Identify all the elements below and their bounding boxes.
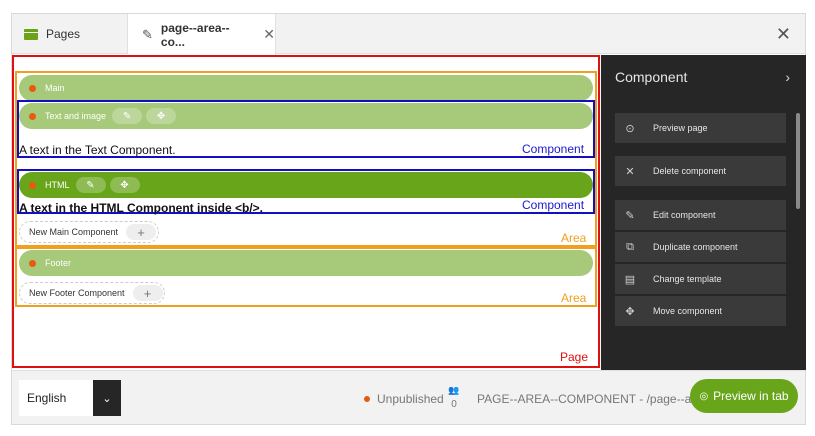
preview-page-button[interactable]: ⊙ Preview page xyxy=(615,113,786,143)
change-template-label: Change template xyxy=(653,274,722,284)
edit-component-label: Edit component xyxy=(653,210,716,220)
move-component-label: Move component xyxy=(653,306,723,316)
edit-icon[interactable]: ✎ xyxy=(112,108,143,124)
new-main-component-button[interactable]: New Main Component + xyxy=(19,221,159,243)
main-area-bar[interactable]: Main xyxy=(19,75,593,101)
pencil-icon: ✎ xyxy=(625,209,635,222)
chevron-down-icon[interactable]: ⌄ xyxy=(93,380,121,416)
language-select[interactable]: English xyxy=(19,380,93,416)
status-dot xyxy=(29,112,36,120)
new-footer-component-label: New Footer Component xyxy=(29,288,125,298)
text-image-label: Text and image xyxy=(45,111,107,121)
preview-page-label: Preview page xyxy=(653,123,708,133)
pages-icon xyxy=(24,28,38,40)
breadcrumb: PAGE--AREA--COMPONENT - /page--ar... xyxy=(477,392,705,406)
delete-component-button[interactable]: ✕ Delete component xyxy=(615,156,786,186)
tab-pages[interactable]: Pages xyxy=(12,14,128,54)
users-icon: 👥 xyxy=(448,385,460,395)
eye-icon: ◎ xyxy=(699,390,709,402)
editor-window: Pages ✎ page--area--co... ✕ ✕ Main Text … xyxy=(11,13,806,425)
close-icon[interactable]: ✕ xyxy=(776,24,791,45)
duplicate-component-button[interactable]: ⧉ Duplicate component xyxy=(615,232,786,262)
publish-status: Unpublished xyxy=(364,392,444,406)
page-editor-canvas: Main Text and image ✎ ✥ A text in the Te… xyxy=(12,55,600,370)
text-image-component-bar[interactable]: Text and image ✎ ✥ xyxy=(19,103,593,129)
edit-icon[interactable]: ✎ xyxy=(75,177,106,193)
template-icon: ▤ xyxy=(624,273,636,286)
html-component-label: HTML xyxy=(45,180,70,190)
chevron-right-icon[interactable]: › xyxy=(785,69,790,85)
new-footer-component-button[interactable]: New Footer Component + xyxy=(19,282,165,304)
bottom-bar: English ⌄ Unpublished 👥 0 PAGE--AREA--CO… xyxy=(12,370,805,424)
tab-close-icon[interactable]: ✕ xyxy=(263,26,275,43)
plus-icon[interactable]: + xyxy=(132,285,163,301)
preview-in-tab-button[interactable]: ◎ Preview in tab xyxy=(690,379,798,413)
area-label: Area xyxy=(561,291,587,305)
delete-component-label: Delete component xyxy=(653,166,727,176)
move-icon[interactable]: ✥ xyxy=(109,177,140,193)
html-component-bar[interactable]: HTML ✎ ✥ xyxy=(19,172,593,198)
component-label: Component xyxy=(522,198,585,212)
close-icon: ✕ xyxy=(625,165,635,178)
html-component-content[interactable]: A text in the HTML Component inside <b/>… xyxy=(19,201,263,215)
change-template-button[interactable]: ▤ Change template xyxy=(615,264,786,294)
duplicate-icon: ⧉ xyxy=(626,240,634,253)
component-label: Component xyxy=(522,142,585,156)
new-main-component-label: New Main Component xyxy=(29,227,119,237)
plus-icon[interactable]: + xyxy=(126,224,157,240)
component-panel: Component › ⊙ Preview page ✕ Delete comp… xyxy=(601,55,806,370)
move-icon: ✥ xyxy=(625,305,635,318)
text-component-content[interactable]: A text in the Text Component. xyxy=(19,143,176,157)
tab-bar: Pages ✎ page--area--co... ✕ ✕ xyxy=(12,14,805,55)
tab-pages-label: Pages xyxy=(46,27,81,41)
move-icon[interactable]: ✥ xyxy=(146,108,177,124)
main-area-label: Main xyxy=(45,83,65,93)
preview-in-tab-label: Preview in tab xyxy=(713,389,789,403)
move-component-button[interactable]: ✥ Move component xyxy=(615,296,786,326)
tab-page-editor[interactable]: ✎ page--area--co... ✕ xyxy=(128,14,276,55)
footer-area-bar[interactable]: Footer xyxy=(19,250,593,276)
status-dot xyxy=(364,396,370,402)
duplicate-component-label: Duplicate component xyxy=(653,242,738,252)
pencil-icon: ✎ xyxy=(142,26,153,42)
page-label: Page xyxy=(560,350,589,364)
tab-page-editor-label: page--area--co... xyxy=(160,20,230,49)
area-label: Area xyxy=(561,231,587,245)
scrollbar[interactable] xyxy=(796,113,800,209)
eye-icon: ⊙ xyxy=(625,122,635,135)
footer-area-label: Footer xyxy=(45,258,72,268)
edit-component-button[interactable]: ✎ Edit component xyxy=(615,200,786,230)
status-dot xyxy=(29,181,36,189)
status-label: Unpublished xyxy=(377,392,444,406)
users-count: 0 xyxy=(451,399,457,410)
status-dot xyxy=(29,84,36,92)
users-indicator[interactable]: 👥 0 xyxy=(446,384,462,411)
status-dot xyxy=(29,259,36,267)
language-value: English xyxy=(27,391,67,405)
panel-title: Component xyxy=(615,69,688,85)
